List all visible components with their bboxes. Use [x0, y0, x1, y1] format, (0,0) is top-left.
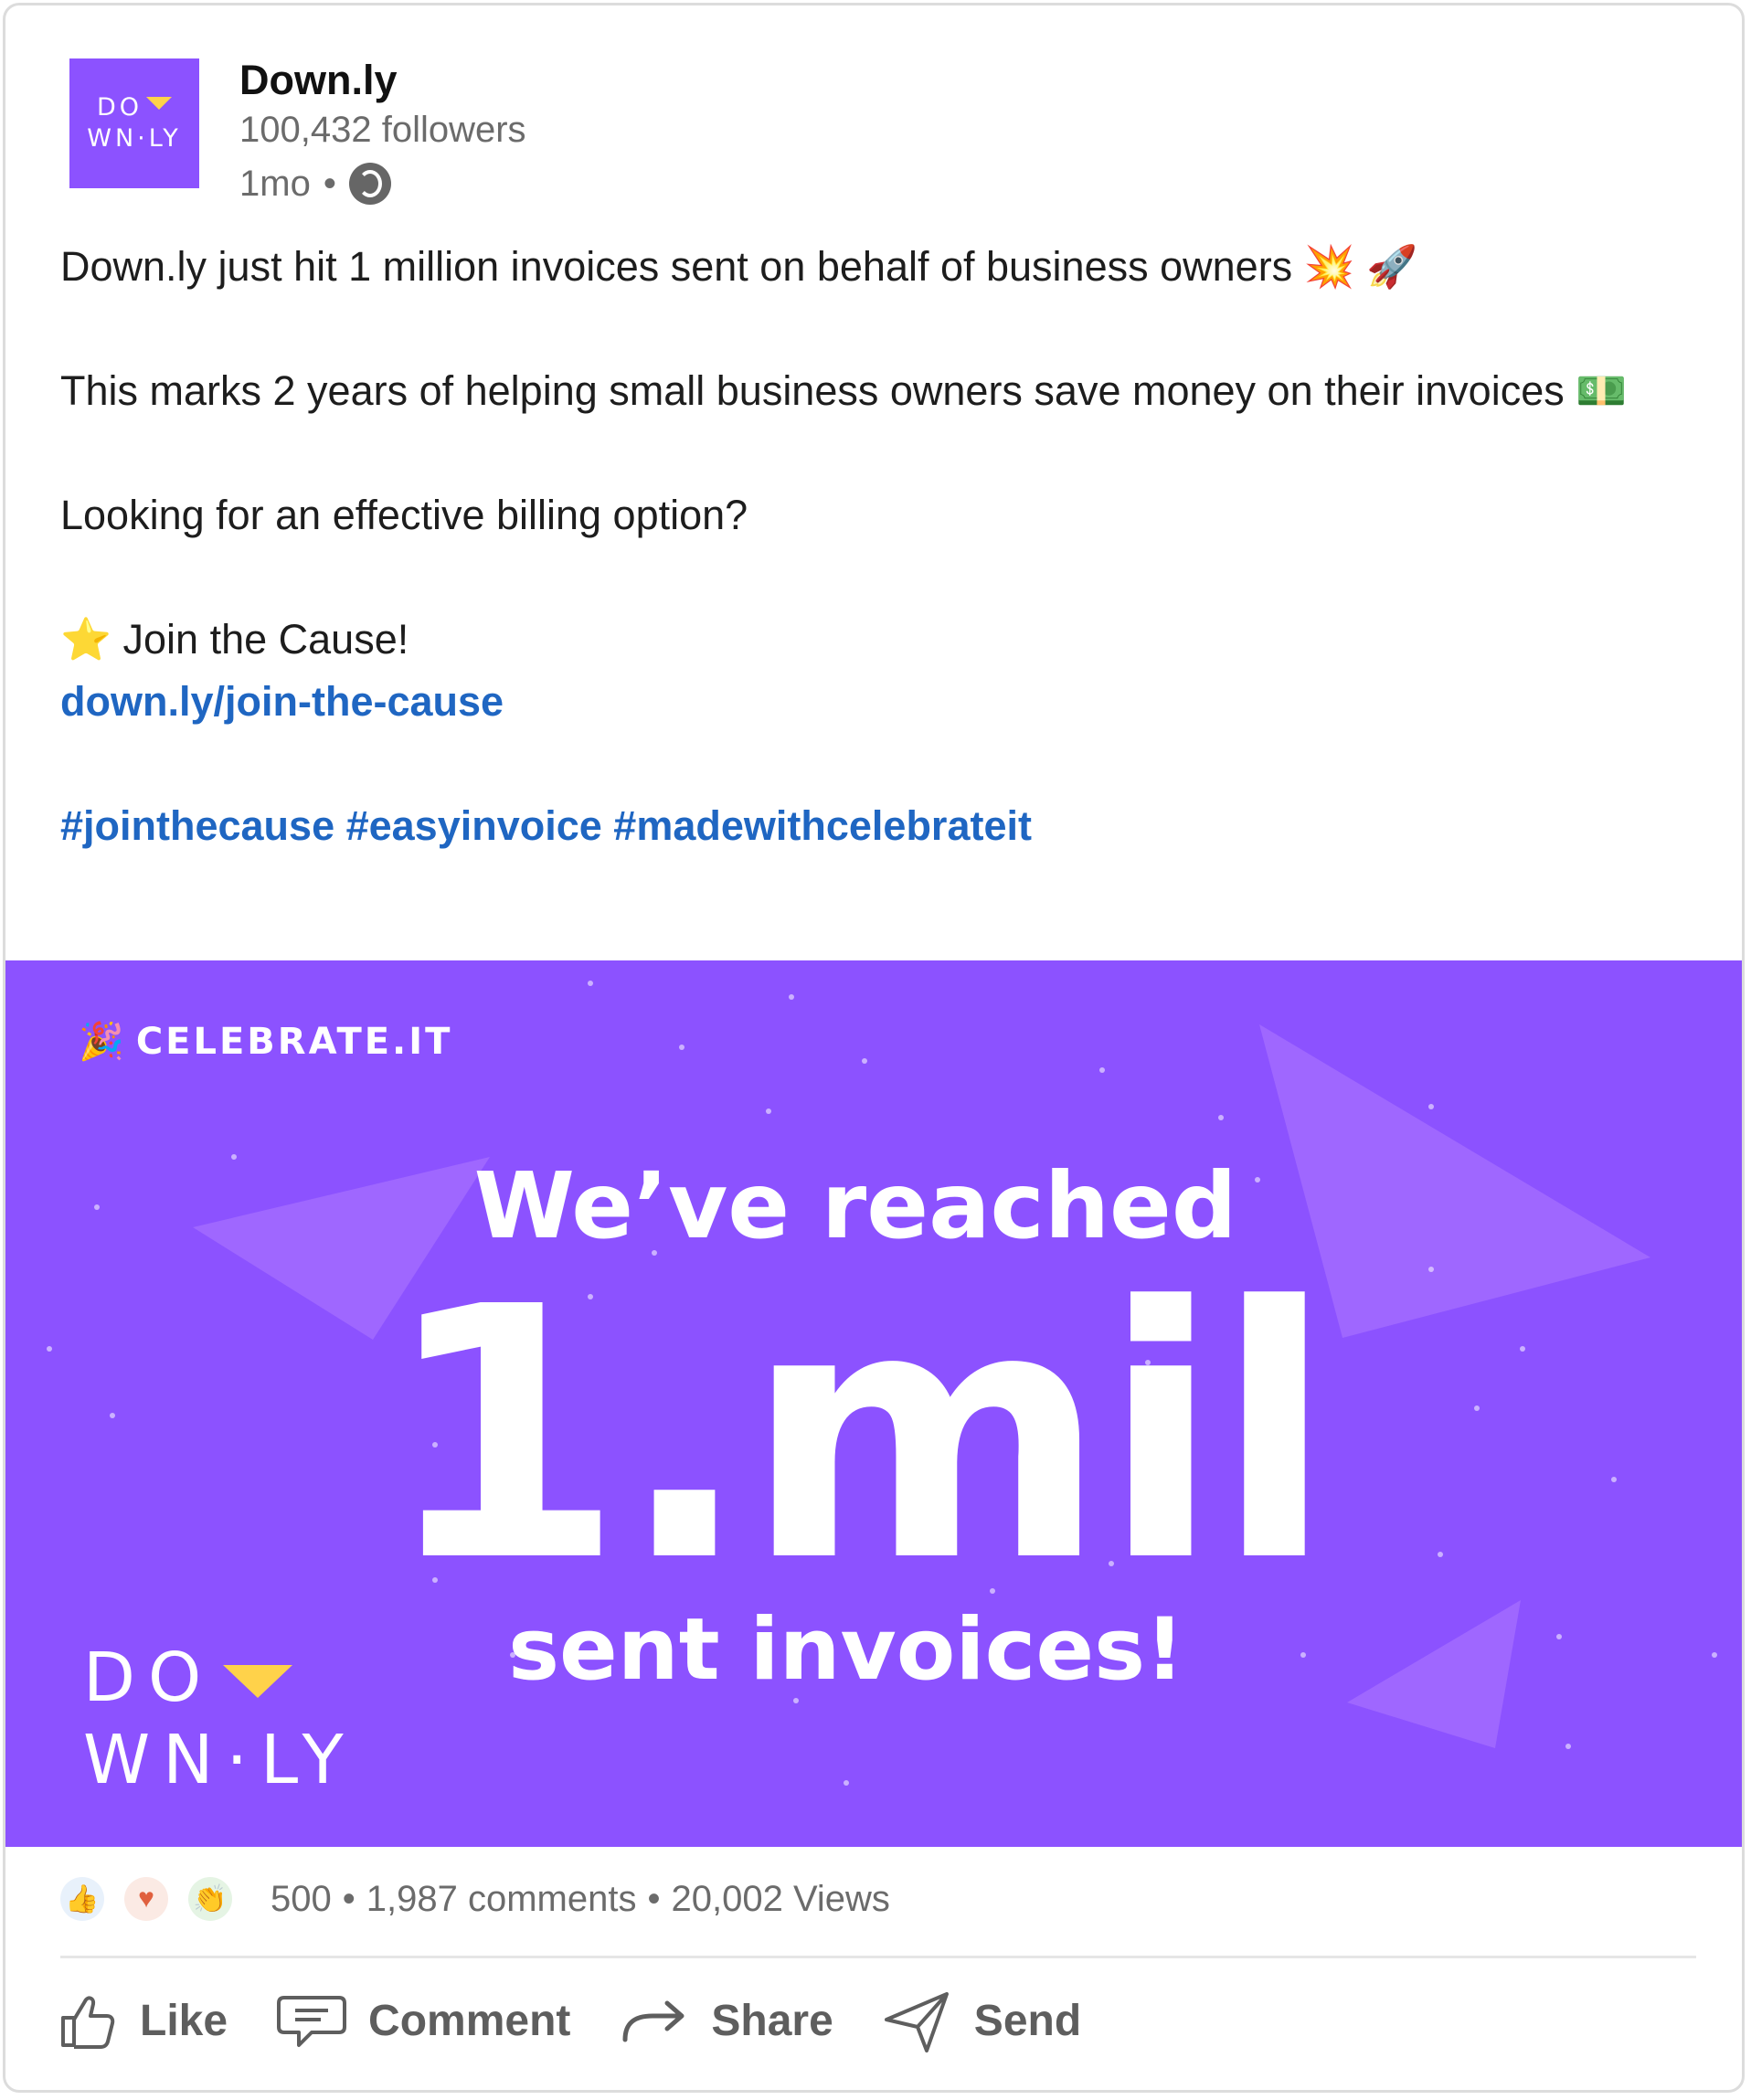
- banner-logo-bottom: WN·LY: [83, 1721, 356, 1799]
- like-label: Like: [140, 1996, 228, 2045]
- logo-text-top: DO: [96, 93, 143, 122]
- separator-dot: •: [323, 163, 336, 204]
- reaction-count[interactable]: 500: [271, 1879, 332, 1920]
- post-meta: 1mo •: [239, 163, 391, 205]
- post-time: 1mo: [239, 163, 311, 204]
- share-label: Share: [711, 1996, 833, 2045]
- post-body: Down.ly just hit 1 million invoices sent…: [60, 236, 1669, 857]
- view-count: 20,002 Views: [671, 1878, 890, 1919]
- follower-count: 100,432 followers: [239, 110, 526, 150]
- party-popper-icon: 🎉: [79, 1021, 127, 1063]
- post-line-4: ⭐ Join the Cause!: [60, 616, 409, 663]
- send-label: Send: [973, 1996, 1082, 2045]
- hashtags[interactable]: #jointhecause #easyinvoice #madewithcele…: [60, 795, 1669, 857]
- separator-dot: •: [647, 1878, 661, 1919]
- logo-text-bottom: WN·LY: [87, 124, 182, 153]
- post-line-2: This marks 2 years of helping small busi…: [60, 367, 1628, 414]
- reaction-icons[interactable]: 👍 ♥ 👏: [60, 1877, 252, 1921]
- love-icon: ♥: [124, 1877, 168, 1921]
- banner-logo-top: DO: [83, 1639, 215, 1717]
- thumbs-up-icon: [61, 1996, 115, 2049]
- comment-button[interactable]: Comment: [275, 1989, 570, 2052]
- clap-icon: 👏: [188, 1877, 232, 1921]
- globe-icon: [348, 163, 391, 205]
- comment-label: Comment: [368, 1996, 571, 2045]
- divider: [60, 1956, 1696, 1958]
- banner-number: 1.mil: [382, 1233, 1333, 1638]
- like-button[interactable]: Like: [56, 1989, 228, 2052]
- action-bar: Like Comment Share Send: [56, 1989, 1129, 2052]
- comment-count[interactable]: 1,987 comments: [366, 1879, 637, 1920]
- join-link[interactable]: down.ly/join-the-cause: [60, 671, 1669, 733]
- social-counts: 👍 ♥ 👏 500 • 1,987 comments • 20,002 View…: [60, 1877, 890, 1921]
- company-name[interactable]: Down.ly: [239, 57, 398, 104]
- celebrate-it-brand: 🎉 CELEBRATE.IT: [79, 1020, 453, 1064]
- comment-icon: [277, 1996, 347, 2047]
- share-arrow-icon: [622, 2000, 684, 2042]
- celebrate-it-text: CELEBRATE.IT: [135, 1020, 453, 1063]
- separator-dot: •: [342, 1878, 356, 1919]
- post-card: DO WN·LY Down.ly 100,432 followers 1mo •…: [3, 3, 1745, 2093]
- send-button[interactable]: Send: [881, 1989, 1081, 2052]
- post-image-banner[interactable]: 🎉 CELEBRATE.IT We’ve reached 1.mil sent …: [5, 960, 1742, 1847]
- banner-downly-logo: DO WN·LY: [83, 1637, 356, 1801]
- logo-triangle-icon: [146, 97, 173, 110]
- share-button[interactable]: Share: [618, 1989, 833, 2052]
- company-logo[interactable]: DO WN·LY: [69, 58, 199, 188]
- banner-logo-triangle-icon: [223, 1665, 293, 1698]
- post-line-3: Looking for an effective billing option?: [60, 492, 748, 538]
- like-icon: 👍: [60, 1877, 104, 1921]
- send-icon: [884, 1992, 949, 2052]
- post-line-1: Down.ly just hit 1 million invoices sent…: [60, 243, 1418, 290]
